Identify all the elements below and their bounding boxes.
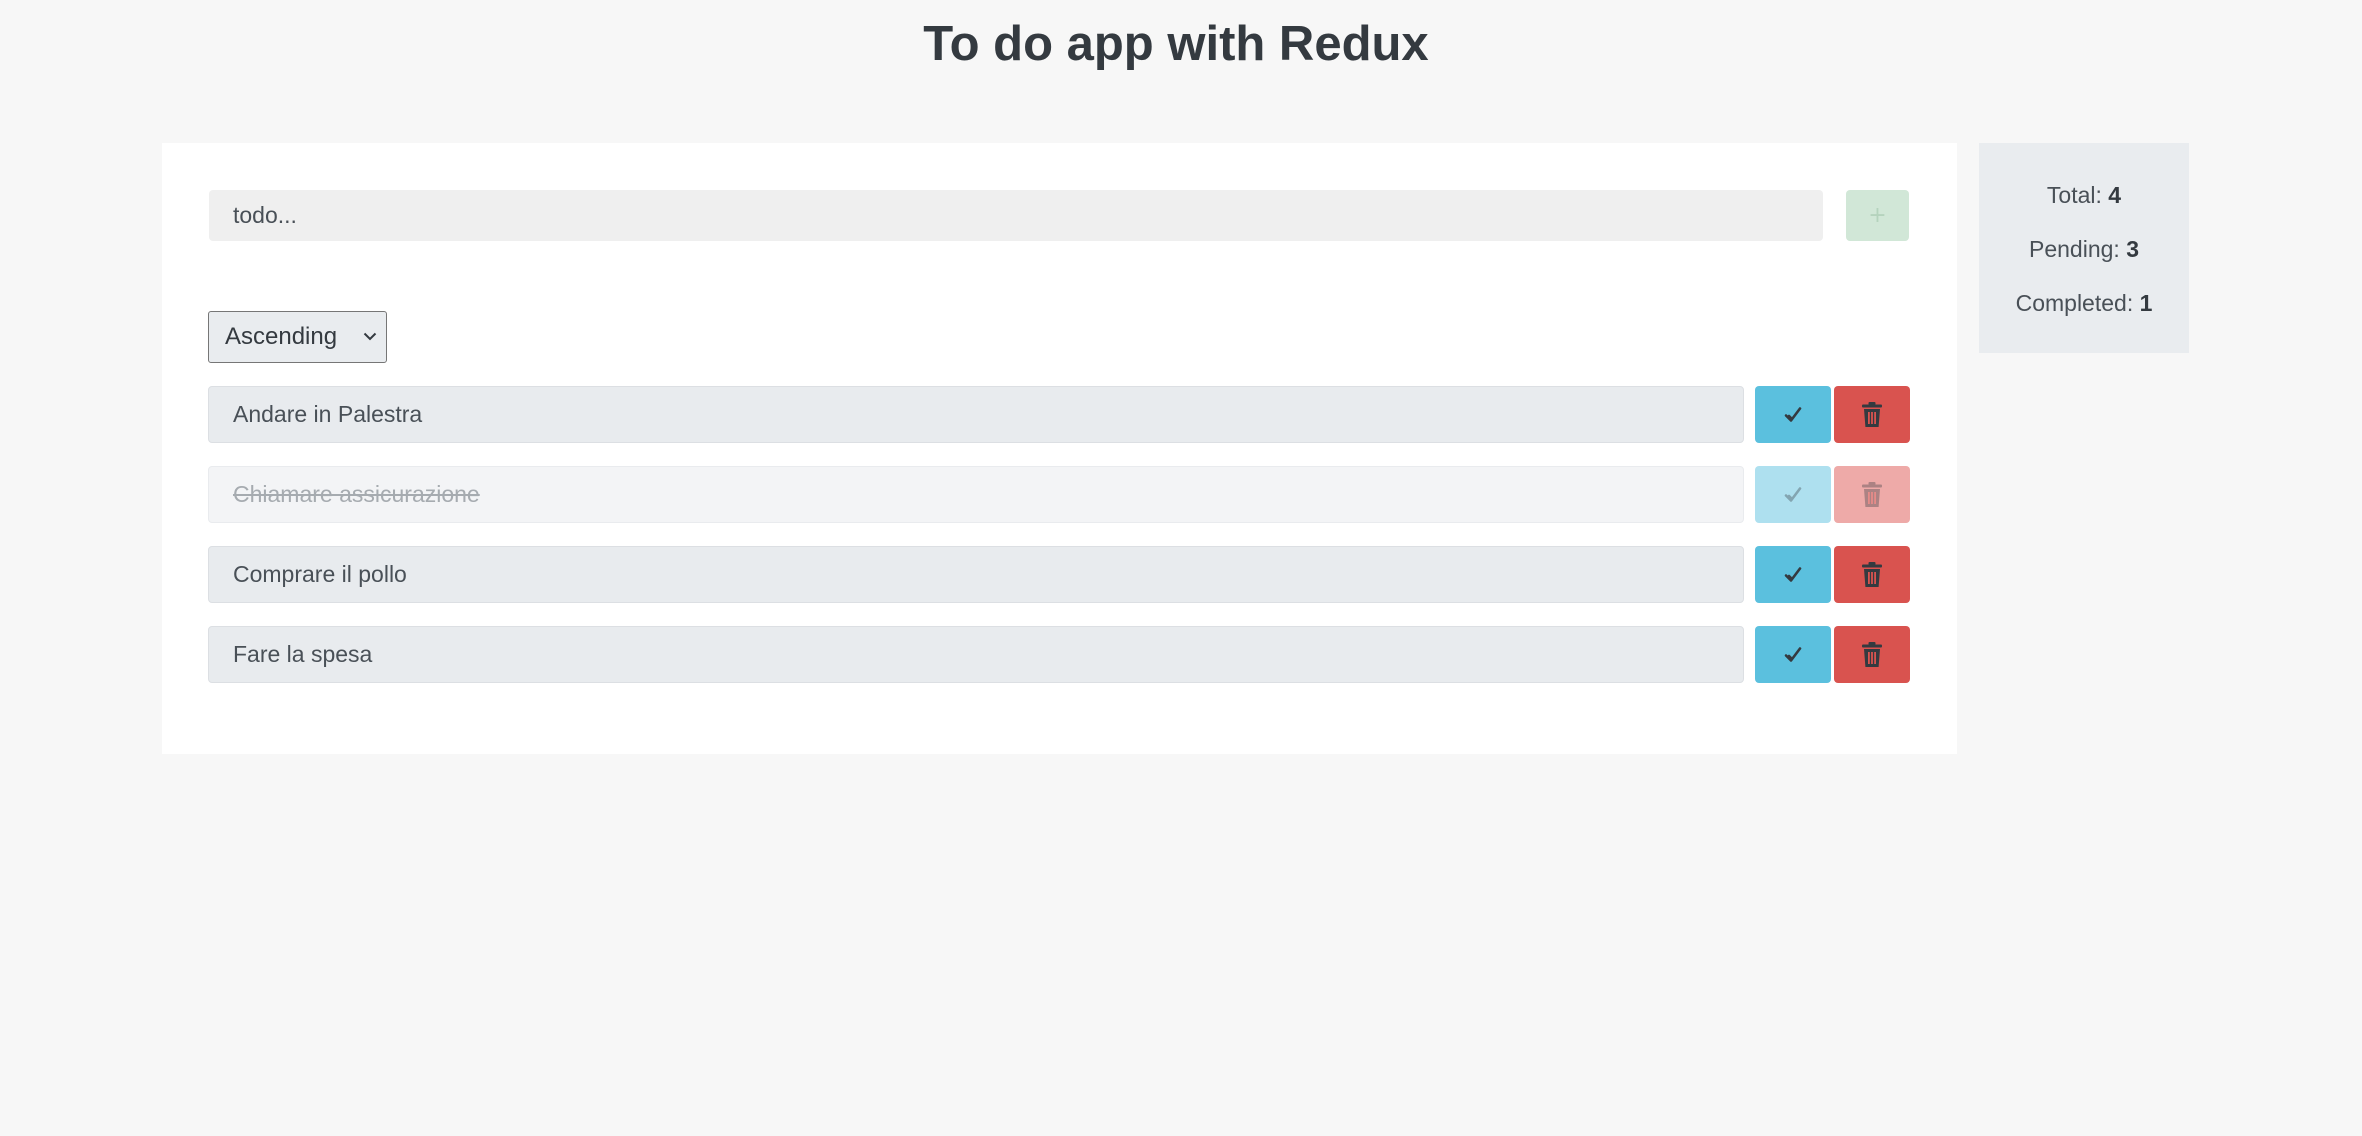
trash-icon xyxy=(1861,561,1883,588)
complete-todo-button[interactable] xyxy=(1755,466,1831,523)
trash-icon xyxy=(1861,481,1883,508)
trash-icon xyxy=(1861,401,1883,428)
trash-icon xyxy=(1861,641,1883,668)
delete-todo-button[interactable] xyxy=(1834,466,1910,523)
delete-todo-button[interactable] xyxy=(1834,546,1910,603)
complete-todo-button[interactable] xyxy=(1755,546,1831,603)
todo-item-text: Andare in Palestra xyxy=(208,386,1744,443)
stat-completed: Completed: 1 xyxy=(1979,288,2189,318)
sort-order-select[interactable]: Ascending xyxy=(208,311,387,363)
delete-todo-button[interactable] xyxy=(1834,386,1910,443)
stat-pending-value: 3 xyxy=(2126,236,2139,262)
stat-total-label: Total: xyxy=(2046,182,2102,208)
check-icon xyxy=(1783,565,1803,585)
todo-item: Chiamare assicurazione xyxy=(208,466,1910,523)
app-page: To do app with Redux + Ascending Andare … xyxy=(0,0,2362,1136)
todo-item: Fare la spesa xyxy=(208,626,1910,683)
stat-total-value: 4 xyxy=(2108,182,2122,208)
todo-item-text: Chiamare assicurazione xyxy=(208,466,1744,523)
delete-todo-button[interactable] xyxy=(1834,626,1910,683)
check-icon xyxy=(1783,485,1803,505)
chevron-down-icon xyxy=(360,312,380,361)
check-icon xyxy=(1783,645,1803,665)
todo-item: Comprare il pollo xyxy=(208,546,1910,603)
check-icon xyxy=(1783,405,1803,425)
stat-pending: Pending: 3 xyxy=(1979,234,2189,264)
todo-list: Andare in Palestra Chiamare assicurazione… xyxy=(208,386,1910,706)
complete-todo-button[interactable] xyxy=(1755,386,1831,443)
todo-input[interactable] xyxy=(209,190,1823,241)
stat-completed-label: Completed: xyxy=(2015,290,2134,316)
page-title: To do app with Redux xyxy=(923,17,1429,71)
stats-panel: Total: 4 Pending: 3 Completed: 1 xyxy=(1979,143,2189,353)
stat-pending-label: Pending: xyxy=(2029,236,2120,262)
todo-item-text: Comprare il pollo xyxy=(208,546,1744,603)
complete-todo-button[interactable] xyxy=(1755,626,1831,683)
stat-total: Total: 4 xyxy=(1979,180,2189,210)
todo-panel: + Ascending Andare in Palestra Chiamare a… xyxy=(162,143,1957,754)
todo-item: Andare in Palestra xyxy=(208,386,1910,443)
todo-item-text: Fare la spesa xyxy=(208,626,1744,683)
stat-completed-value: 1 xyxy=(2139,290,2153,316)
add-todo-button[interactable]: + xyxy=(1846,190,1909,241)
sort-order-value: Ascending xyxy=(225,323,338,350)
